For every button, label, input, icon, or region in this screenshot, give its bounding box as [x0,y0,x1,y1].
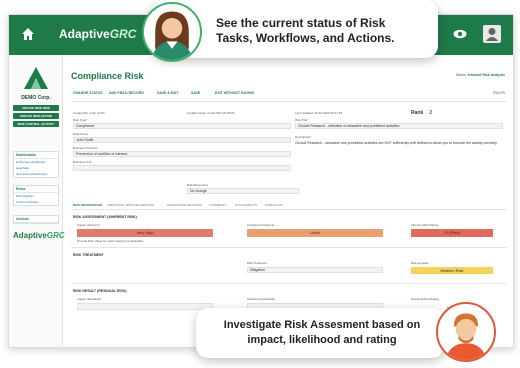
risk-type-label: Risk Type* [73,118,88,122]
inherent-rating-label: Inherent Risk Rating [411,223,439,227]
page-title: Compliance Risk [71,71,144,81]
risk-treatment-select[interactable]: Mitigation [247,267,383,273]
divider [71,209,507,210]
sidebar-group-risks: Risks Risk Register Control Activities [13,185,59,206]
risk-title-input[interactable]: Clinical Research - definition of allowa… [295,123,503,129]
sidebar-item-operational-dashboard[interactable]: Operational Dashboard [14,171,58,177]
rank-label: Rank [411,110,424,116]
risk-type-select[interactable]: Compliance [73,123,291,129]
callout-top-text: See the current status of Risk Tasks, Wo… [216,16,394,46]
rules-link[interactable]: RULES [493,91,505,95]
user-icon[interactable] [483,25,501,43]
brand-suffix: GRC [109,27,137,41]
rank-value: 2 [429,110,433,116]
callout-top-line2: Tasks, Workflows, and Actions. [216,31,395,45]
business-unit-label: Business Unit [73,160,92,164]
change-status-button[interactable]: CHANGE STATUS [73,91,103,95]
residual-section-title: RISK RESULT (RESIDUAL RISK) [73,289,127,293]
eye-icon[interactable] [453,29,467,39]
impact-inherent-label: Impact (Inherent) [77,223,100,227]
risk-appetite-select[interactable]: Medium Risk [411,267,493,274]
rank-display: Rank 2 [411,110,432,116]
sidebar-item-control-activities[interactable]: Control Activities [14,199,58,205]
logo-suffix: GRC [46,231,65,240]
inherent-section-title: RISK ASSESSMENT (INHERENT RISK) [73,215,137,219]
brand-logo[interactable]: AdaptiveGRC [59,27,136,41]
last-updated: Last Updated: 30.04.2022 22:31:18 [295,111,343,115]
impact-residual-label: Impact (Residual) [77,297,101,301]
creation-date: Creation Date: 11.04.2021 09:25:05 [187,111,235,115]
risk-movement-label: Risk Movement [187,183,208,187]
sidebar: DEMO Corp. CREATE NEW RISK CREATE NEW AC… [9,55,65,347]
tab-workflow[interactable]: WORKFLOW [265,203,283,207]
business-process-select[interactable]: Prevention of conflicts of interest; [73,151,291,157]
org-logo [24,67,48,89]
status-label: Status: [455,73,467,77]
callout-bottom: Investigate Risk Assesment based on impa… [196,308,444,358]
business-process-label: Business Process* [73,146,99,150]
likelihood-inherent-select[interactable]: Likely [247,229,383,237]
divider [71,101,507,102]
home-icon[interactable] [21,27,35,41]
create-new-action-button[interactable]: CREATE NEW ACTION [13,113,59,119]
business-unit-select[interactable] [73,165,291,171]
man-avatar-icon [436,302,496,362]
status-text: Status: Inherent Risk Analysis [456,73,505,77]
main-content: Compliance Risk Status: Inherent Risk An… [67,55,513,347]
sidebar-group-title[interactable]: Actions [14,216,58,223]
no-value-note[interactable]: Provide Risk Value for each category is … [77,239,143,243]
adaptive-grc-logo: AdaptiveGRC [13,231,65,240]
sidebar-group-dashboards: Dashboards Enterprise Dashboard Heat Map… [13,151,59,178]
risk-appetite-label: Risk Appetite [411,261,429,265]
risk-movement-select[interactable]: No change [187,188,299,194]
brand-text: Adaptive [59,27,110,41]
impact-residual-select[interactable] [77,303,213,310]
org-name: DEMO Corp. [21,95,51,101]
risk-treatment-label: Risk Treatment [247,261,268,265]
divider [71,283,507,284]
create-new-risk-button[interactable]: CREATE NEW RISK [13,105,59,111]
callout-top-line1: See the current status of Risk [216,16,386,30]
callout-bottom-line1: Investigate Risk Assesment based on [223,319,421,331]
status-value: Inherent Risk Analysis [467,73,505,77]
sidebar-group-actions: Actions [13,215,59,224]
likelihood-residual-label: Likelihood (Residual) [247,297,276,301]
likelihood-inherent-label: Likelihood (Inherent) [247,223,275,227]
tab-attachments[interactable]: ATTACHMENTS [235,203,257,207]
sidebar-group-title[interactable]: Risks [14,186,58,193]
tab-additional-risk-information[interactable]: ADDITIONAL RISK INFORMATION [107,203,154,207]
woman-avatar-icon [142,2,202,62]
callout-bottom-text: Investigate Risk Assesment based on impa… [208,318,436,348]
risk-owner-label: Risk Owner [73,132,89,136]
treatment-section-title: RISK TREATMENT [73,253,104,257]
residual-rating-label: Residual Risk Rating [411,297,439,301]
inherent-rating-value: 15 (Red) [411,229,493,237]
logo-brand: Adaptive [13,231,47,240]
add-field-record-button[interactable]: ADD FIELD RECORD [109,91,144,95]
sidebar-group-title[interactable]: Dashboards [14,152,58,159]
created-by: Created By: John Smith [73,111,105,115]
divider [71,247,507,248]
tab-comments[interactable]: COMMENTS [209,203,227,207]
risk-title-label: Risk Title* [295,118,309,122]
app-window: AdaptiveGRC DEMO Corp. CREATE NEW RISK C… [8,14,514,348]
tab-associated-records[interactable]: ASSOCIATED RECORDS [167,203,202,207]
save-exit-button[interactable]: SAVE & EXIT [157,91,179,95]
risk-owner-select[interactable]: John Smith [73,137,291,143]
description-label: Description* [295,135,312,139]
save-button[interactable]: SAVE [191,91,200,95]
impact-inherent-select[interactable]: Very High [77,229,213,237]
tab-risk-information[interactable]: RISK INFORMATION [73,203,102,207]
exit-without-saving-button[interactable]: EXIT WITHOUT SAVING [215,91,254,95]
description-text[interactable]: Clinical Research - allowable and prohib… [295,141,503,146]
new-control-activity-button[interactable]: NEW CONTROL ACTIVITY [13,121,59,127]
callout-bottom-line2: impact, likelihood and rating [247,334,397,346]
